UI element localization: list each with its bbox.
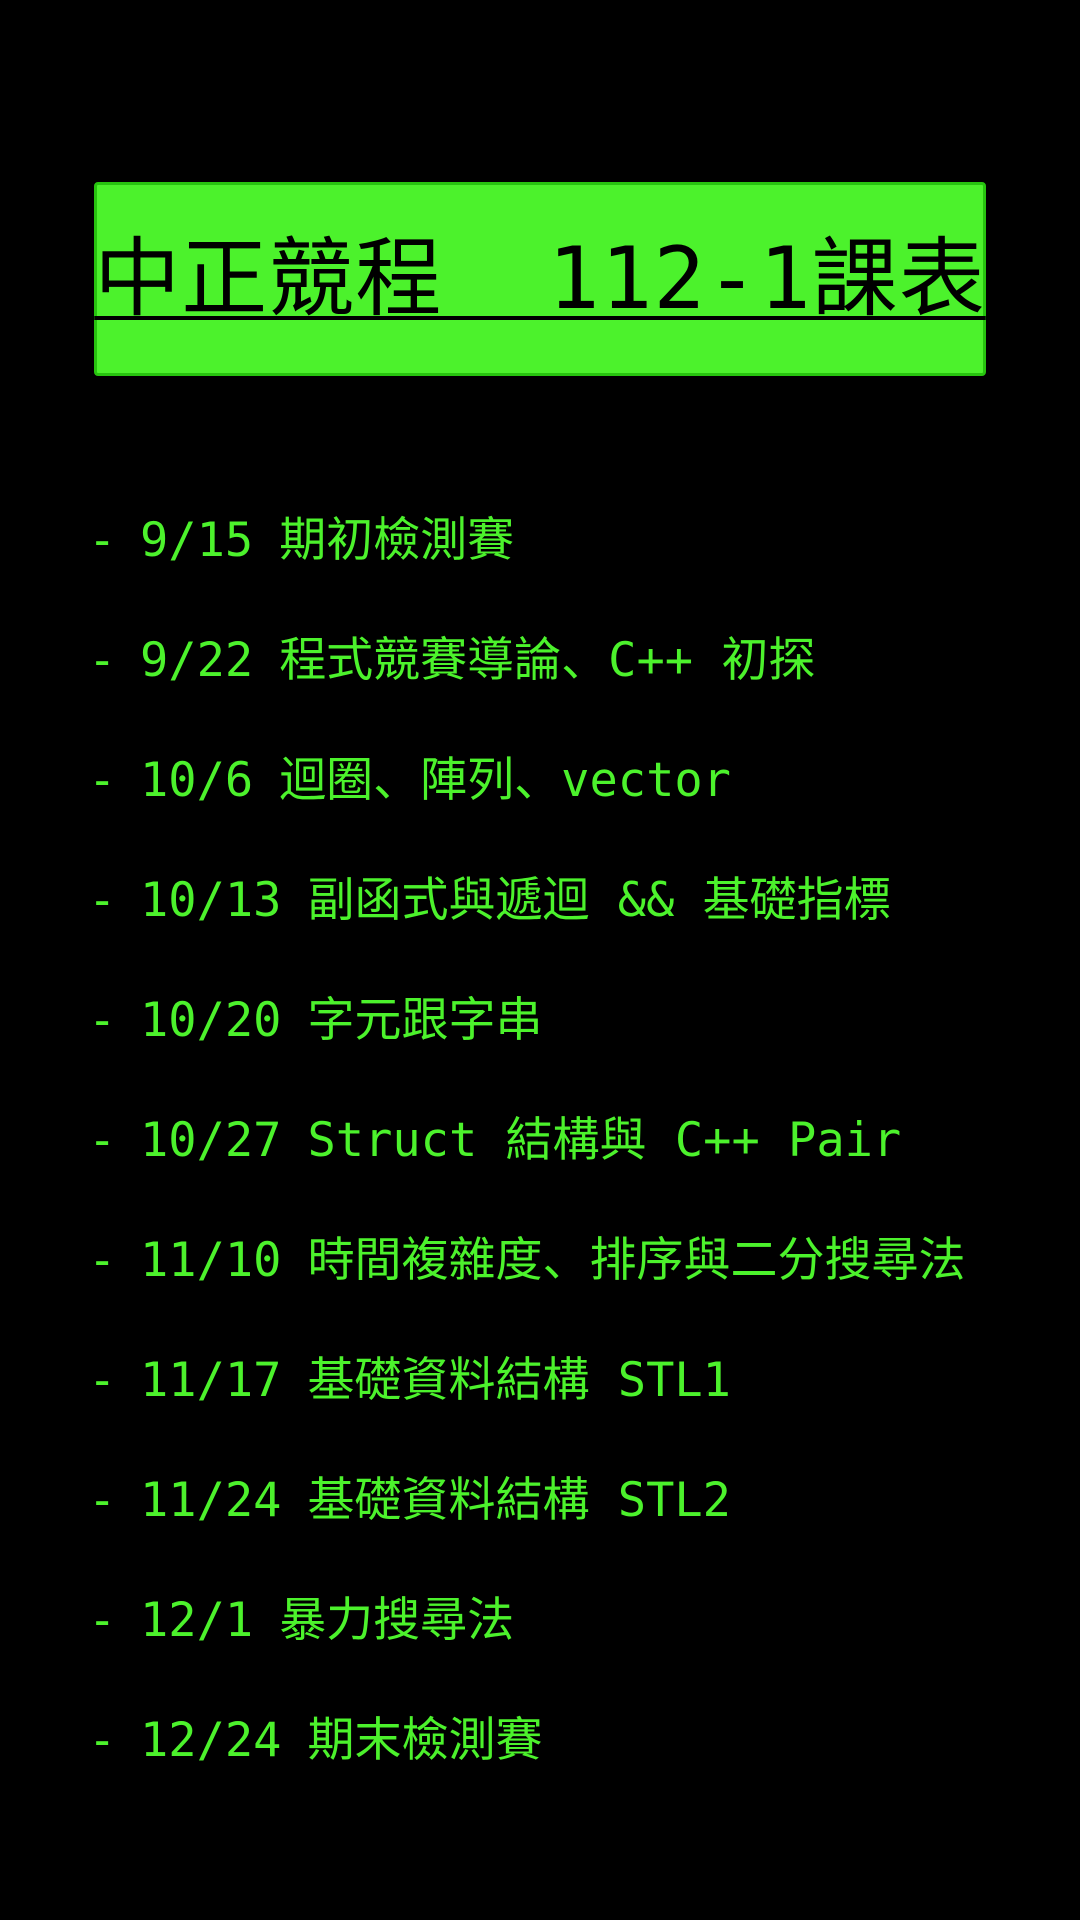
title-banner: 中正競程 112-1課表	[94, 182, 986, 376]
schedule-item: - 10/27 Struct 結構與 C++ Pair	[88, 1080, 1068, 1200]
schedule-topic: 期初檢測賽	[279, 512, 515, 568]
schedule-topic: Struct 結構與 C++ Pair	[307, 1112, 902, 1168]
schedule-date: 12/24	[140, 1712, 282, 1768]
schedule-item: - 11/10 時間複雜度、排序與二分搜尋法	[88, 1200, 1068, 1320]
schedule-topic: 字元跟字串	[307, 992, 543, 1048]
schedule-date: 12/1	[140, 1592, 254, 1648]
bullet-dash: -	[88, 1472, 117, 1528]
schedule-date: 11/24	[140, 1472, 282, 1528]
bullet-dash: -	[88, 1352, 117, 1408]
schedule-item: - 12/1 暴力搜尋法	[88, 1560, 1068, 1680]
bullet-dash: -	[88, 512, 117, 568]
page-title: 中正競程 112-1課表	[94, 229, 986, 329]
schedule-topic: 副函式與遞迴 && 基礎指標	[307, 872, 891, 928]
schedule-topic: 基礎資料結構 STL1	[307, 1352, 731, 1408]
schedule-item: - 10/6 迴圈、陣列、vector	[88, 720, 1068, 840]
schedule-date: 10/27	[140, 1112, 282, 1168]
schedule-item: - 9/22 程式競賽導論、C++ 初探	[88, 600, 1068, 720]
schedule-date: 11/10	[140, 1232, 282, 1288]
schedule-topic: 時間複雜度、排序與二分搜尋法	[307, 1232, 966, 1288]
bullet-dash: -	[88, 632, 117, 688]
schedule-topic: 期末檢測賽	[307, 1712, 543, 1768]
schedule-item: - 11/24 基礎資料結構 STL2	[88, 1440, 1068, 1560]
schedule-item: - 9/15 期初檢測賽	[88, 480, 1068, 600]
schedule-topic: 迴圈、陣列、vector	[279, 752, 731, 808]
bullet-dash: -	[88, 1592, 117, 1648]
bullet-dash: -	[88, 1112, 117, 1168]
schedule-item: - 12/24 期末檢測賽	[88, 1680, 1068, 1800]
bullet-dash: -	[88, 872, 117, 928]
schedule-topic: 基礎資料結構 STL2	[307, 1472, 731, 1528]
schedule-item: - 11/17 基礎資料結構 STL1	[88, 1320, 1068, 1440]
bullet-dash: -	[88, 1232, 117, 1288]
schedule-topic: 程式競賽導論、C++ 初探	[279, 632, 816, 688]
bullet-dash: -	[88, 992, 117, 1048]
schedule-topic: 暴力搜尋法	[279, 1592, 515, 1648]
schedule-item: - 10/20 字元跟字串	[88, 960, 1068, 1080]
schedule-list: - 9/15 期初檢測賽 - 9/22 程式競賽導論、C++ 初探 - 10/6…	[88, 480, 1068, 1800]
schedule-item: - 10/13 副函式與遞迴 && 基礎指標	[88, 840, 1068, 960]
schedule-date: 9/15	[140, 512, 254, 568]
bullet-dash: -	[88, 1712, 117, 1768]
schedule-date: 11/17	[140, 1352, 282, 1408]
schedule-date: 9/22	[140, 632, 254, 688]
schedule-date: 10/6	[140, 752, 254, 808]
schedule-date: 10/13	[140, 872, 282, 928]
bullet-dash: -	[88, 752, 117, 808]
schedule-date: 10/20	[140, 992, 282, 1048]
